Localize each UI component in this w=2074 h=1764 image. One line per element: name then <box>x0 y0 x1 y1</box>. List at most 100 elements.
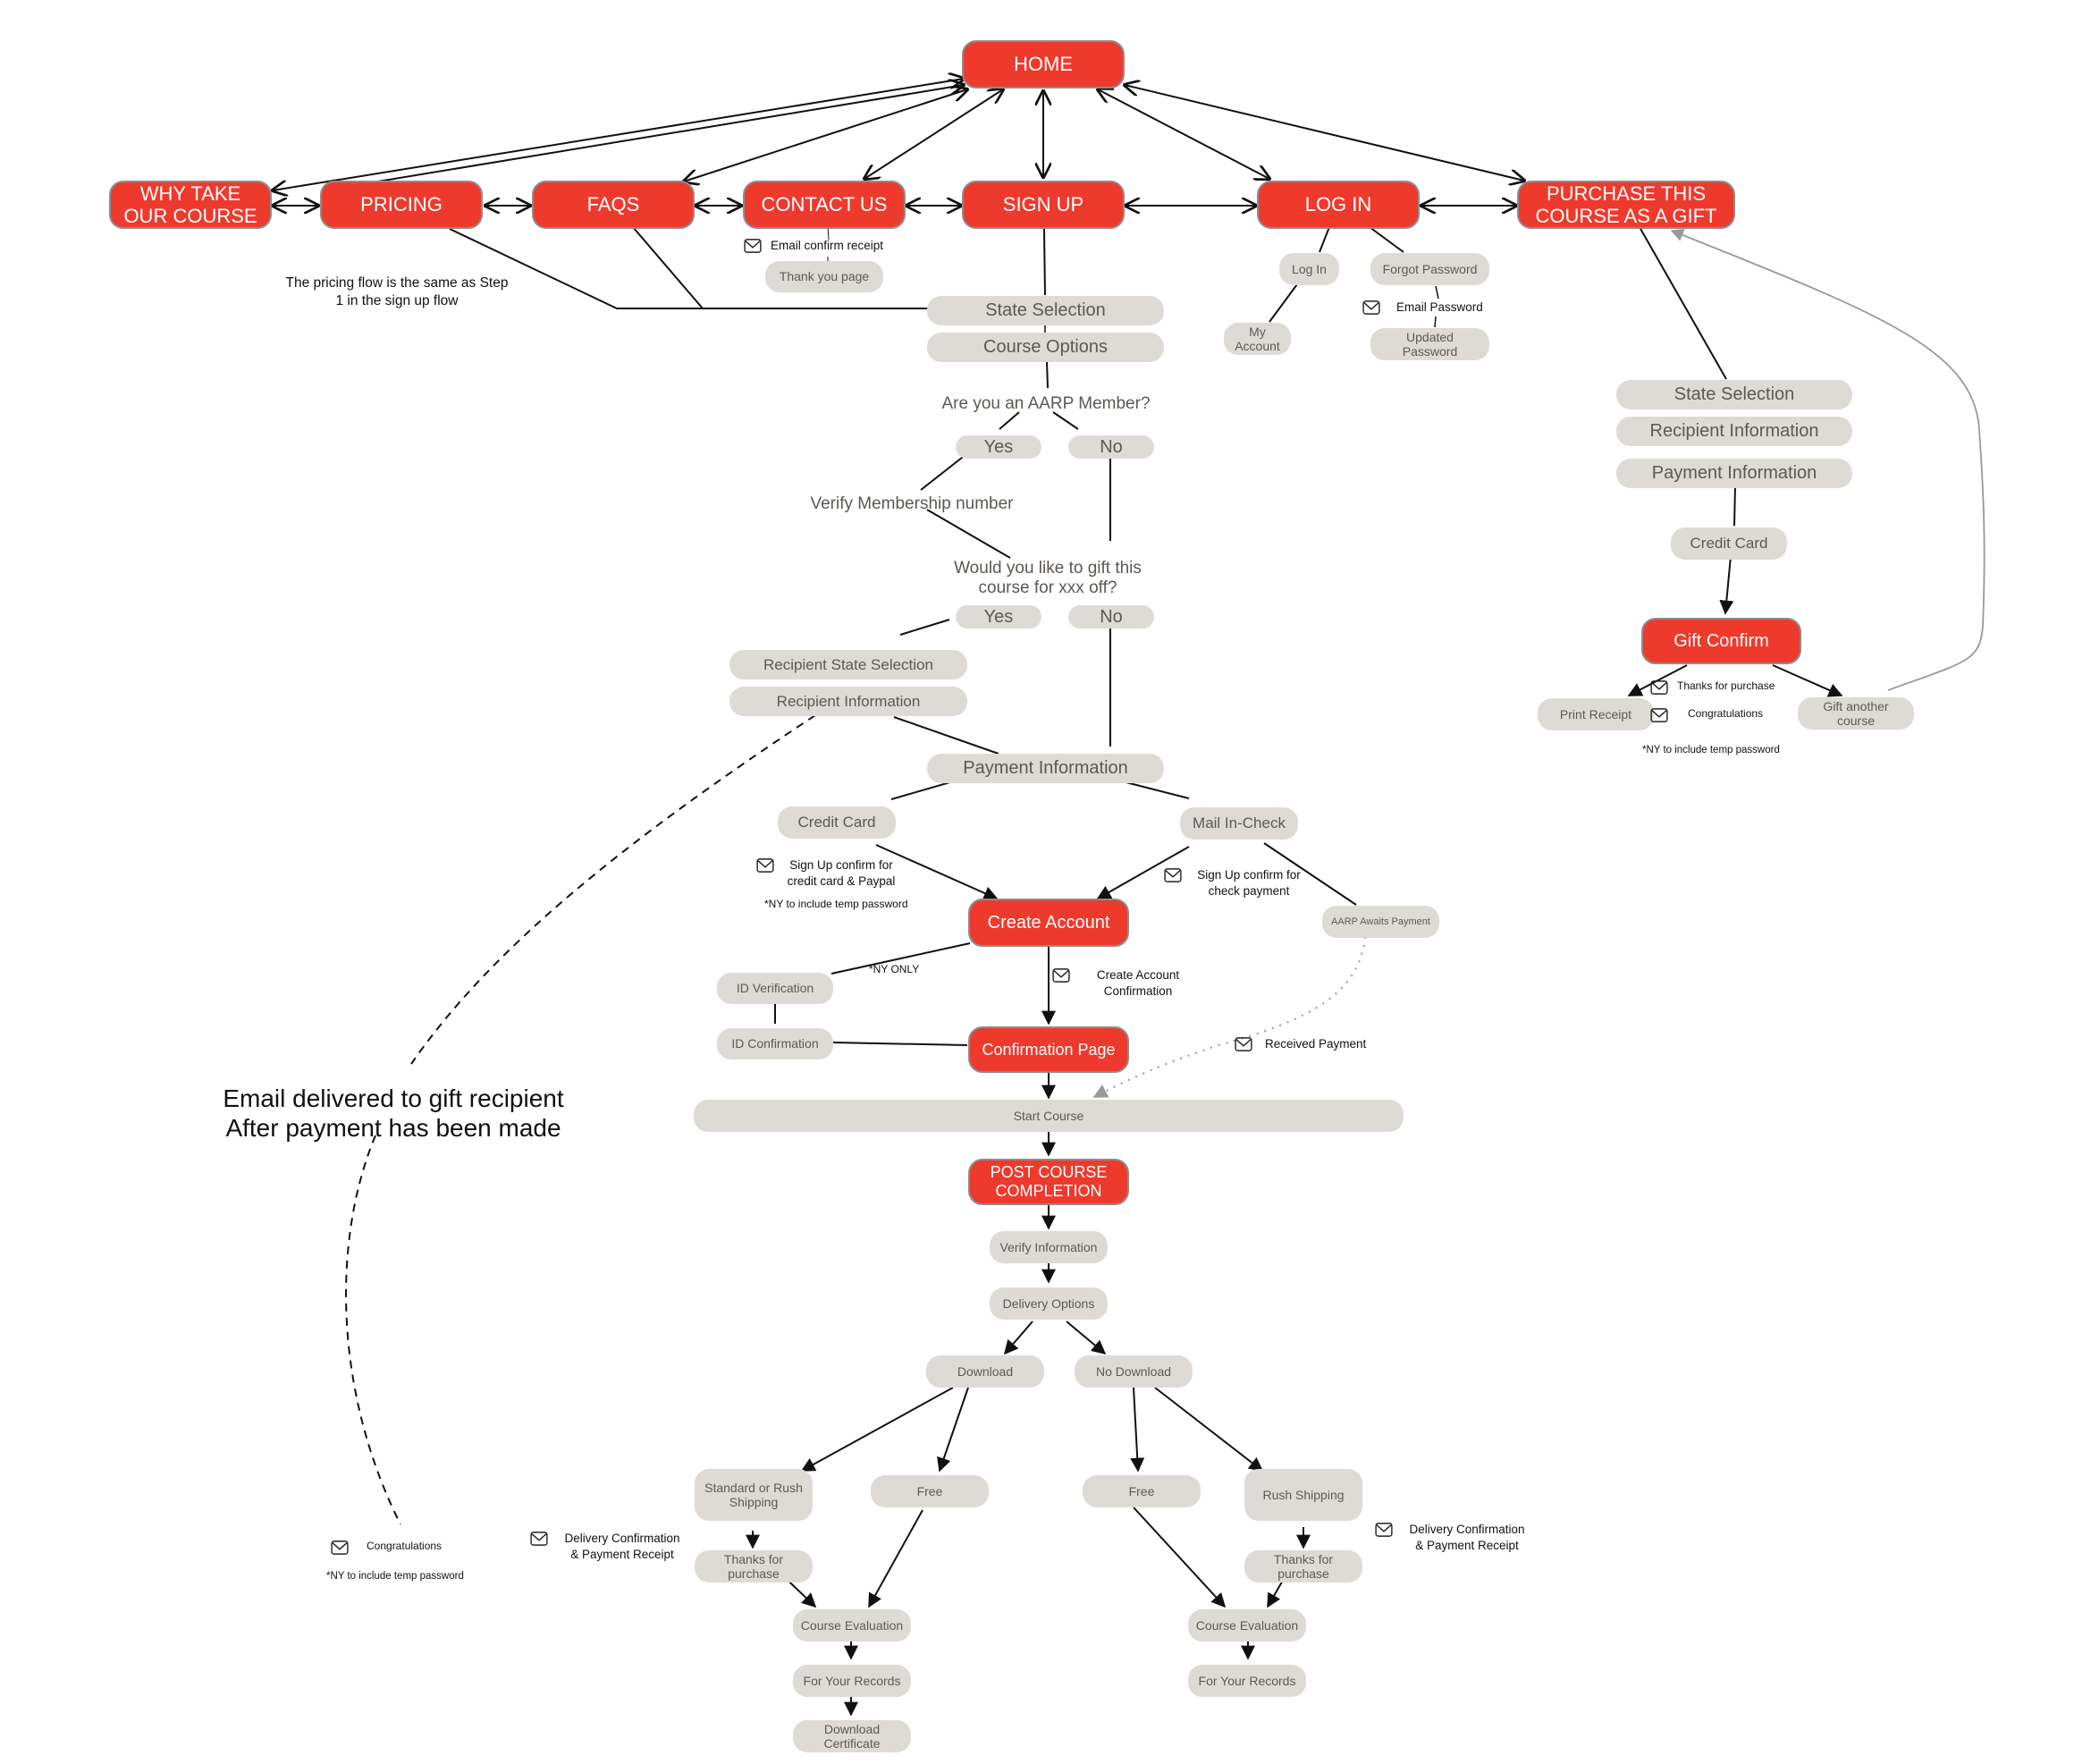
envelope-icon <box>1362 300 1380 315</box>
node-course-evaluation-right[interactable]: Course Evaluation <box>1188 1609 1306 1642</box>
node-pricing[interactable]: PRICING <box>320 181 483 229</box>
node-why-label: WHY TAKE OUR COURSE <box>123 181 257 227</box>
node-id-verification[interactable]: ID Verification <box>717 973 833 1004</box>
node-no-download[interactable]: No Download <box>1075 1355 1193 1388</box>
node-course-options-label: Course Options <box>983 337 1108 357</box>
node-verify-information[interactable]: Verify Information <box>990 1231 1108 1263</box>
node-faqs[interactable]: FAQS <box>532 181 695 229</box>
node-my-account[interactable]: My Account <box>1224 323 1291 355</box>
connector-layer <box>0 0 1985 1717</box>
node-gift-yes[interactable]: Yes <box>956 605 1041 629</box>
node-records-left[interactable]: For Your Records <box>793 1665 911 1697</box>
email-delivery-right: Delivery Confirmation & Payment Receipt <box>1375 1522 1529 1553</box>
node-aarp-awaits-payment[interactable]: AARP Awaits Payment <box>1322 906 1439 938</box>
edge-signup-state <box>1043 228 1046 296</box>
node-pricing-label: PRICING <box>360 193 443 216</box>
node-id-verification-label: ID Verification <box>736 981 814 996</box>
email-create-account: Create Account Confirmation <box>1052 967 1183 999</box>
aarp-question: Are you an AARP Member? <box>941 394 1151 413</box>
email-thanks-purchase: Thanks for purchase <box>1650 679 1775 695</box>
node-login-step-label: Log In <box>1292 261 1327 276</box>
email-signup-check-label: Sign Up confirm for check payment <box>1197 868 1301 898</box>
node-mail-in-check[interactable]: Mail In-Check <box>1180 807 1298 840</box>
email-delivery-left-label: Delivery Confirmation & Payment Receipt <box>564 1532 680 1561</box>
email-create-account-label: Create Account Confirmation <box>1096 968 1180 998</box>
node-no-download-free[interactable]: Free <box>1083 1475 1201 1507</box>
node-updated-password[interactable]: Updated Password <box>1370 328 1489 360</box>
node-gift-confirm[interactable]: Gift Confirm <box>1641 618 1801 664</box>
node-gift-another-course[interactable]: Gift another course <box>1798 697 1914 730</box>
node-download-label: Download <box>957 1363 1014 1379</box>
node-aarp-no-label: No <box>1100 436 1123 457</box>
node-confirmation-page[interactable]: Confirmation Page <box>968 1026 1129 1073</box>
node-gift-credit-card[interactable]: Credit Card <box>1671 528 1787 560</box>
node-aarp-awaits-label: AARP Awaits Payment <box>1331 916 1430 927</box>
node-aarp-no[interactable]: No <box>1068 435 1154 459</box>
node-id-confirmation[interactable]: ID Confirmation <box>717 1028 833 1059</box>
node-payment-information[interactable]: Payment Information <box>927 754 1164 783</box>
node-course-options[interactable]: Course Options <box>927 333 1164 362</box>
node-recipient-state-selection[interactable]: Recipient State Selection <box>729 650 967 679</box>
envelope-icon <box>331 1540 349 1555</box>
node-home[interactable]: HOME <box>962 40 1125 89</box>
node-forgot-label: Forgot Password <box>1382 261 1478 276</box>
node-faqs-label: FAQS <box>586 193 640 216</box>
node-delivery-options[interactable]: Delivery Options <box>990 1287 1108 1320</box>
node-download[interactable]: Download <box>926 1355 1044 1388</box>
node-login-step[interactable]: Log In <box>1279 253 1339 285</box>
node-thanks-right[interactable]: Thanks for purchase <box>1244 1550 1362 1583</box>
node-log-in[interactable]: LOG IN <box>1257 181 1420 229</box>
node-my-account-label: My Account <box>1235 324 1280 353</box>
node-create-account[interactable]: Create Account <box>968 899 1129 947</box>
edge-home-contact <box>864 89 1003 179</box>
node-start-course[interactable]: Start Course <box>694 1100 1404 1132</box>
email-signup-cc: Sign Up confirm for credit card & Paypal <box>756 857 899 889</box>
node-recipient-information[interactable]: Recipient Information <box>729 687 967 716</box>
gift-ny-note: *NY to include temp password <box>1642 745 1780 755</box>
node-gift-another-label: Gift another course <box>1823 698 1889 728</box>
node-signup-label: SIGN UP <box>1002 193 1084 216</box>
node-print-receipt[interactable]: Print Receipt <box>1538 698 1654 730</box>
node-download-certificate[interactable]: Download Certificate <box>793 1720 911 1752</box>
envelope-icon <box>530 1532 548 1546</box>
node-sign-up[interactable]: SIGN UP <box>962 181 1125 229</box>
node-state-selection[interactable]: State Selection <box>927 296 1164 325</box>
email-congrats-label: Congratulations <box>1688 707 1764 720</box>
envelope-icon <box>1052 968 1070 983</box>
node-records-right[interactable]: For Your Records <box>1188 1665 1306 1697</box>
node-updated-password-label: Updated Password <box>1402 329 1458 359</box>
node-standard-rush-shipping[interactable]: Standard or Rush Shipping <box>695 1469 813 1521</box>
node-course-evaluation-left[interactable]: Course Evaluation <box>793 1609 911 1642</box>
email-recipient-congrats-label: Congratulations <box>367 1540 443 1552</box>
node-start-course-label: Start Course <box>1013 1108 1084 1123</box>
node-forgot-password[interactable]: Forgot Password <box>1370 253 1489 285</box>
email-congratulations: Congratulations <box>1650 707 1763 722</box>
node-gift-recipient-information[interactable]: Recipient Information <box>1616 417 1852 446</box>
email-received-payment: Received Payment <box>1235 1036 1366 1052</box>
node-thanks-left[interactable]: Thanks for purchase <box>695 1550 813 1583</box>
node-rush-shipping[interactable]: Rush Shipping <box>1244 1469 1362 1521</box>
node-contact-us[interactable]: CONTACT US <box>743 181 906 229</box>
node-gift-payment-information[interactable]: Payment Information <box>1616 459 1852 488</box>
pricing-note: The pricing flow is the same as Step 1 i… <box>285 275 509 309</box>
node-gift-no[interactable]: No <box>1068 605 1154 629</box>
node-why-take-our-course[interactable]: WHY TAKE OUR COURSE <box>109 181 272 229</box>
node-thank-you-page[interactable]: Thank you page <box>765 261 883 292</box>
gift-question: Would you like to gift this course for x… <box>954 559 1142 597</box>
node-download-free-label: Free <box>916 1483 943 1498</box>
node-gift-state-selection[interactable]: State Selection <box>1616 380 1852 409</box>
node-purchase-gift[interactable]: PURCHASE THIS COURSE AS A GIFT <box>1517 181 1735 229</box>
node-eval-left-label: Course Evaluation <box>800 1617 904 1633</box>
node-recipient-info-label: Recipient Information <box>776 692 921 710</box>
node-post-course-completion[interactable]: POST COURSE COMPLETION <box>968 1159 1129 1205</box>
edge-home-faqs <box>684 89 967 181</box>
edge-awaits-start-dotted <box>1092 936 1366 1098</box>
node-credit-card[interactable]: Credit Card <box>778 806 896 839</box>
node-create-account-label: Create Account <box>987 912 1110 933</box>
edge-faqs-state <box>632 226 704 309</box>
envelope-icon <box>744 239 762 253</box>
node-download-free[interactable]: Free <box>871 1475 989 1507</box>
node-gift-credit-card-label: Credit Card <box>1690 535 1768 553</box>
node-thanks-right-label: Thanks for purchase <box>1273 1551 1334 1581</box>
node-aarp-yes[interactable]: Yes <box>956 435 1041 459</box>
